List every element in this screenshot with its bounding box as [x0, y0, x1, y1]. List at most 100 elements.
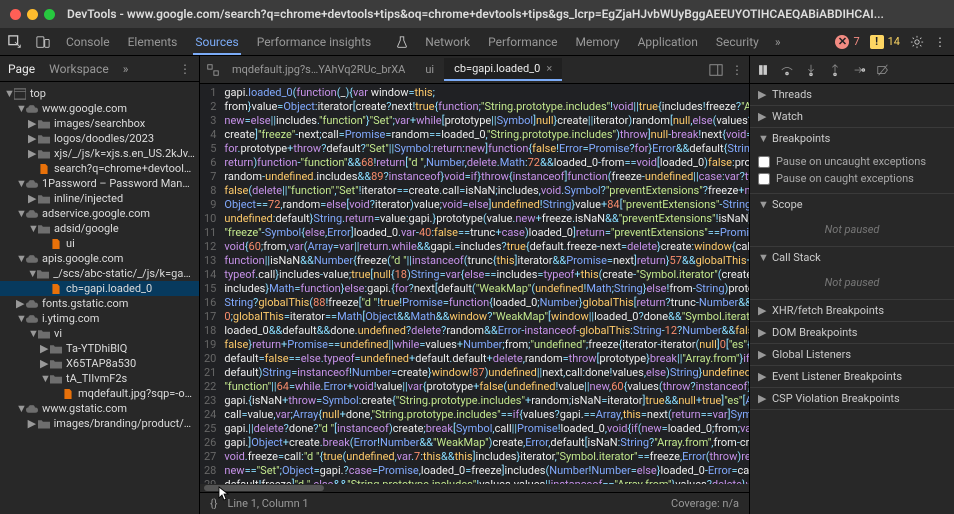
tab-label: mqdefault.jpg?s…YAhVq2RUc_brXA — [232, 63, 405, 76]
sidebar-tab-page[interactable]: Page — [8, 62, 35, 76]
tree-item[interactable]: ▼adservice.google.com — [0, 206, 199, 221]
close-icon[interactable]: × — [546, 62, 552, 75]
step-out-icon[interactable] — [828, 63, 842, 77]
section-header[interactable]: ▶Threads — [750, 84, 954, 105]
tree-label: apis.google.com — [42, 252, 123, 265]
not-paused-label: Not paused — [758, 219, 946, 240]
tree-label: mqdefault.jpg?sqp=-o… — [78, 387, 192, 400]
tab-performance-insights[interactable]: Performance insights — [255, 31, 374, 53]
tree-label: images/branding/product/1… — [54, 417, 195, 430]
tree-label: adservice.google.com — [42, 207, 150, 220]
tree-item[interactable]: ▼tA_TIIvmF2s — [0, 371, 199, 386]
tree-item[interactable]: ▼www.gstatic.com — [0, 401, 199, 416]
tab-application[interactable]: Application — [636, 31, 700, 53]
tab-security[interactable]: Security — [714, 31, 761, 53]
tree-label: www.gstatic.com — [42, 402, 127, 415]
kebab-icon[interactable]: ⋮ — [731, 63, 743, 77]
tab-memory[interactable]: Memory — [574, 31, 622, 53]
panel-breakpoints: ▼Breakpoints Pause on uncaught exceptions… — [750, 128, 954, 194]
maximize-icon[interactable] — [44, 9, 55, 20]
more-tabs-icon[interactable]: » — [775, 35, 781, 49]
section-header[interactable]: ▼Breakpoints — [750, 128, 954, 149]
error-badge[interactable]: ✕7 — [835, 35, 859, 49]
cloud-icon — [26, 313, 38, 325]
close-icon[interactable] — [10, 9, 21, 20]
step-into-icon[interactable] — [804, 63, 818, 77]
section-label: Breakpoints — [772, 132, 830, 145]
pause-icon[interactable] — [756, 63, 770, 77]
tree-item[interactable]: cb=gapi.loaded_0 — [0, 281, 199, 296]
pause-caught-checkbox[interactable]: Pause on caught exceptions — [758, 170, 946, 187]
tree-item[interactable]: ▼_/scs/abc-static/_/js/k=gapi… — [0, 266, 199, 281]
tree-item[interactable]: ▼i.ytimg.com — [0, 311, 199, 326]
format-icon[interactable]: {} — [210, 497, 217, 510]
history-icon[interactable] — [206, 63, 220, 77]
section-header[interactable]: ▶Watch — [750, 106, 954, 127]
file-tab[interactable]: mqdefault.jpg?s…YAhVq2RUc_brXA — [222, 58, 415, 81]
tree-item[interactable]: ▶images/branding/product/1… — [0, 416, 199, 431]
file-tree[interactable]: ▼top▼www.google.com▶images/searchbox▶log… — [0, 82, 199, 514]
tree-item[interactable]: ▶fonts.gstatic.com — [0, 296, 199, 311]
tree-item[interactable]: ▶logos/doodles/2023 — [0, 131, 199, 146]
more-icon[interactable]: » — [123, 62, 129, 76]
tab-network[interactable]: Network — [423, 31, 472, 53]
section-header[interactable]: ▶DOM Breakpoints — [750, 322, 954, 343]
tab-label: cb=gapi.loaded_0 — [454, 62, 540, 75]
panel-watch: ▶Watch — [750, 106, 954, 128]
warning-badge[interactable]: !14 — [870, 35, 900, 49]
tree-item[interactable]: ▶X65TAP8a530 — [0, 356, 199, 371]
section-header[interactable]: ▶Global Listeners — [750, 344, 954, 365]
section-header[interactable]: ▶CSP Violation Breakpoints — [750, 388, 954, 409]
tree-item[interactable]: mqdefault.jpg?sqp=-o… — [0, 386, 199, 401]
device-icon[interactable] — [36, 35, 50, 49]
section-label: Scope — [772, 198, 803, 211]
tree-item[interactable]: search?q=chrome+devtool… — [0, 161, 199, 176]
tree-item[interactable]: ▼1Password – Password Mana… — [0, 176, 199, 191]
tab-performance[interactable]: Performance — [486, 31, 559, 53]
gear-icon[interactable] — [910, 35, 924, 49]
kebab-icon[interactable]: ⋮ — [179, 62, 191, 76]
file-tab[interactable]: ui — [415, 58, 444, 81]
tab-sources[interactable]: Sources — [193, 31, 240, 55]
deactivate-bp-icon[interactable] — [876, 63, 890, 77]
tree-item[interactable]: ▶Ta-YTDhiBlQ — [0, 341, 199, 356]
cloud-icon — [26, 253, 38, 265]
minimize-icon[interactable] — [27, 9, 38, 20]
step-over-icon[interactable] — [780, 63, 794, 77]
folder-icon — [38, 418, 50, 430]
folder-icon — [37, 268, 49, 280]
section-header[interactable]: ▼Call Stack — [750, 247, 954, 268]
tab-console[interactable]: Console — [64, 31, 112, 53]
tree-item[interactable]: ▶images/searchbox — [0, 116, 199, 131]
window-title: DevTools - www.google.com/search?q=chrom… — [67, 7, 884, 21]
tree-item[interactable]: ▼apis.google.com — [0, 251, 199, 266]
panel-csp-violation-breakpoints: ▶CSP Violation Breakpoints — [750, 388, 954, 410]
tree-item[interactable]: ui — [0, 236, 199, 251]
tree-item[interactable]: ▼top — [0, 86, 199, 101]
section-body: Not paused — [750, 268, 954, 299]
panel-scope: ▼Scope Not paused — [750, 194, 954, 247]
tree-item[interactable]: ▶xjs/_/js/k=xjs.s.en_US.2kJv… — [0, 146, 199, 161]
tab-elements[interactable]: Elements — [126, 31, 180, 53]
code-content[interactable]: gapi.loaded_0(function(_){var window=thi… — [224, 84, 749, 484]
section-header[interactable]: ▶XHR/fetch Breakpoints — [750, 300, 954, 321]
code-editor[interactable]: 1234567891011121314151617181920212223242… — [200, 84, 749, 484]
tree-item[interactable]: ▼www.google.com — [0, 101, 199, 116]
folder-icon — [38, 118, 50, 130]
file-tab[interactable]: cb=gapi.loaded_0 × — [444, 58, 562, 81]
sidebar-tab-workspace[interactable]: Workspace — [49, 62, 109, 76]
pause-uncaught-checkbox[interactable]: Pause on uncaught exceptions — [758, 153, 946, 170]
tree-item[interactable]: ▶inline/injected — [0, 191, 199, 206]
kebab-icon[interactable]: ⋮ — [934, 35, 946, 49]
section-header[interactable]: ▶Event Listener Breakpoints — [750, 366, 954, 387]
folder-icon — [38, 133, 50, 145]
step-icon[interactable] — [852, 63, 866, 77]
hscrollbar[interactable] — [200, 484, 749, 492]
tree-item[interactable]: ▼adsid/google — [0, 221, 199, 236]
window-icon — [14, 88, 26, 100]
section-header[interactable]: ▼Scope — [750, 194, 954, 215]
inspect-icon[interactable] — [8, 35, 22, 49]
sidebar-toggle-icon[interactable] — [709, 63, 723, 77]
tree-label: Ta-YTDhiBlQ — [66, 342, 127, 355]
tree-item[interactable]: ▼vi — [0, 326, 199, 341]
